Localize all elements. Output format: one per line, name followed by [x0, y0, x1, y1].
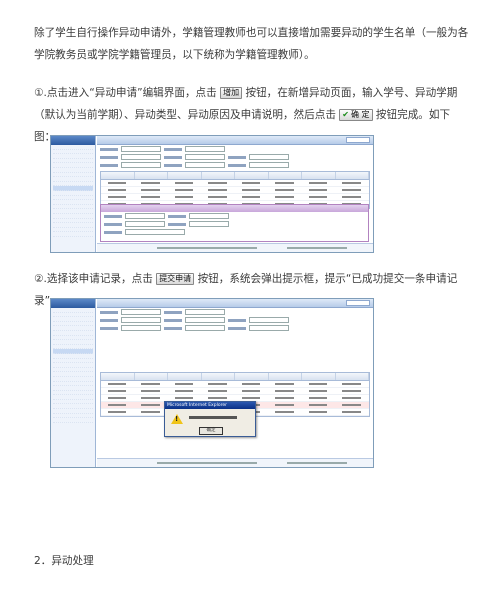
main-area	[97, 136, 373, 252]
add-button-image: 增加	[220, 87, 243, 99]
tab-bar	[97, 136, 373, 145]
section-heading: 2．异动处理	[34, 550, 470, 572]
alert-dialog: Microsoft Internet Explorer 确定	[164, 401, 256, 437]
step2-text-a: ②.选择该申请记录，点击	[34, 273, 153, 285]
tab-bar	[97, 299, 373, 308]
dialog-ok-button[interactable]: 确定	[199, 427, 223, 435]
dialog-title: Microsoft Internet Explorer	[165, 402, 255, 409]
nav-tree-header	[51, 299, 95, 308]
submit-button-image: 提交申请	[156, 273, 195, 285]
page-footer	[97, 243, 373, 252]
dialog-message	[189, 416, 237, 419]
confirm-button-label: 确 定	[351, 110, 370, 119]
intro-text: 除了学生自行操作异动申请外，学籍管理教师也可以直接增加需要异动的学生名单（一般为…	[34, 27, 469, 61]
page-footer	[97, 458, 373, 467]
section-heading-text: 2．异动处理	[34, 555, 94, 567]
confirm-button-image: ✔ 确 定	[339, 109, 373, 121]
screenshot-submit-confirm: Microsoft Internet Explorer 确定	[50, 298, 374, 468]
submit-button-label: 提交申请	[159, 274, 192, 283]
check-icon: ✔	[342, 110, 349, 119]
nav-tree-header	[51, 136, 95, 145]
step1-text-a: ①.点击进入“异动申请”编辑界面，点击	[34, 87, 217, 99]
warning-icon	[171, 414, 183, 424]
add-button-label: 增加	[223, 88, 240, 97]
screenshot-new-application	[50, 135, 374, 253]
intro-paragraph: 除了学生自行操作异动申请外，学籍管理教师也可以直接增加需要异动的学生名单（一般为…	[34, 22, 470, 66]
new-application-panel	[100, 204, 369, 242]
main-area	[97, 299, 373, 467]
nav-tree	[51, 136, 96, 252]
nav-tree	[51, 299, 96, 467]
